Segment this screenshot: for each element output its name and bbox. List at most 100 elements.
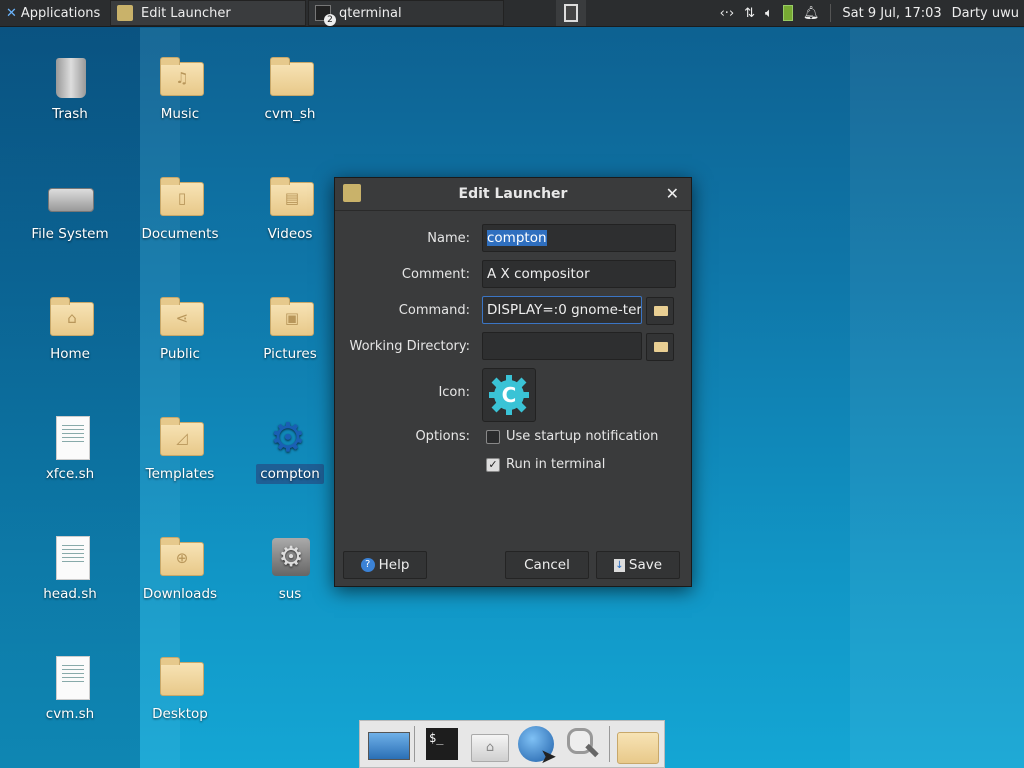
- downloads-folder-icon: ⊕: [156, 534, 204, 582]
- launcher-app-icon: [117, 5, 133, 21]
- run-in-terminal-label[interactable]: Run in terminal: [506, 457, 605, 472]
- workdir-browse-button[interactable]: [646, 333, 674, 361]
- workdir-row: Working Directory:: [335, 332, 691, 362]
- close-icon[interactable]: ✕: [666, 184, 679, 203]
- icon-label: head.sh: [43, 586, 97, 602]
- desktop-icon-pictures[interactable]: ▣ Pictures: [242, 294, 338, 362]
- icon-picker-button[interactable]: C: [482, 368, 536, 422]
- documents-folder-icon: ▯: [156, 174, 204, 222]
- battery-icon[interactable]: [782, 5, 793, 21]
- folder-icon: [266, 54, 314, 102]
- videos-folder-icon: ▤: [266, 174, 314, 222]
- desktop-icon-downloads[interactable]: ⊕ Downloads: [132, 534, 228, 602]
- desktop-icon-videos[interactable]: ▤ Videos: [242, 174, 338, 242]
- applications-menu-button[interactable]: ✕ Applications: [0, 0, 108, 26]
- file-manager-folder-icon[interactable]: [615, 724, 659, 764]
- task-label: qterminal: [339, 5, 402, 21]
- task-edit-launcher[interactable]: Edit Launcher: [110, 0, 306, 26]
- dock-separator: [608, 726, 610, 762]
- show-desktop-icon[interactable]: [366, 724, 410, 764]
- workdir-field[interactable]: [482, 332, 642, 360]
- task-label: Edit Launcher: [141, 5, 231, 21]
- user-name[interactable]: Darty uwu: [952, 6, 1019, 21]
- icon-label: Videos: [267, 226, 313, 242]
- task-count-badge: 2: [324, 14, 336, 26]
- comment-field[interactable]: A X compositor: [482, 260, 676, 288]
- desktop-icon-xfce-sh[interactable]: xfce.sh: [22, 414, 118, 482]
- comment-label: Comment:: [401, 267, 470, 282]
- desktop-icon-cvm-sh-file[interactable]: cvm.sh: [22, 654, 118, 722]
- command-browse-button[interactable]: [646, 297, 674, 325]
- desktop-icon-compton[interactable]: ⚙ compton: [242, 414, 338, 484]
- name-field[interactable]: compton: [482, 224, 676, 252]
- applications-label: Applications: [20, 5, 101, 21]
- name-label: Name:: [427, 231, 470, 246]
- home-folder-icon[interactable]: ⌂: [467, 724, 510, 764]
- desktop-icon-file-system[interactable]: File System: [22, 174, 118, 242]
- dialog-title: Edit Launcher: [458, 186, 568, 202]
- updown-arrows-icon[interactable]: ⇅: [744, 6, 755, 21]
- trash-icon: [46, 54, 94, 102]
- workdir-label: Working Directory:: [349, 339, 470, 354]
- save-icon: ↓: [613, 558, 625, 572]
- desktop-icon-sus[interactable]: ⚙ sus: [242, 534, 338, 602]
- icon-label: cvm.sh: [45, 706, 95, 722]
- cancel-button[interactable]: Cancel: [505, 551, 589, 579]
- run-in-terminal-checkbox[interactable]: ✓: [486, 458, 500, 472]
- help-label: Help: [378, 557, 410, 573]
- cancel-label: Cancel: [524, 557, 570, 573]
- folder-icon: [156, 654, 204, 702]
- terminal-icon[interactable]: $_: [420, 724, 463, 764]
- desktop-icon-desktop[interactable]: Desktop: [132, 654, 228, 722]
- startup-notification-label[interactable]: Use startup notification: [506, 429, 658, 444]
- icon-label: xfce.sh: [45, 466, 95, 482]
- startup-notification-checkbox[interactable]: [486, 430, 500, 444]
- script-file-icon: [46, 534, 94, 582]
- icon-label: cvm_sh: [264, 106, 316, 122]
- clock[interactable]: Sat 9 Jul, 17:03: [842, 6, 941, 21]
- task-qterminal[interactable]: 2 qterminal: [308, 0, 504, 26]
- launcher-app-icon: [343, 184, 361, 202]
- name-row: Name: compton: [335, 224, 691, 254]
- window-icon: [564, 4, 578, 22]
- desktop-icon-cvm-sh[interactable]: cvm_sh: [242, 54, 338, 122]
- volume-icon[interactable]: 🔈︎: [765, 6, 773, 21]
- bell-icon[interactable]: 🔔︎: [803, 6, 820, 21]
- icon-label: File System: [31, 226, 109, 242]
- show-desktop-button[interactable]: [556, 0, 586, 26]
- search-magnifier-icon[interactable]: [561, 724, 604, 764]
- help-button[interactable]: ? Help: [343, 551, 427, 579]
- icon-label: Pictures: [263, 346, 317, 362]
- icon-label: Home: [50, 346, 90, 362]
- dialog-titlebar[interactable]: Edit Launcher ✕: [335, 178, 691, 211]
- public-folder-icon: ⋖: [156, 294, 204, 342]
- desktop-icon-head-sh[interactable]: head.sh: [22, 534, 118, 602]
- help-icon: ?: [360, 558, 375, 572]
- desktop-icon-trash[interactable]: Trash: [22, 54, 118, 122]
- pictures-folder-icon: ▣: [266, 294, 314, 342]
- script-file-icon: [46, 414, 94, 462]
- templates-folder-icon: ◿: [156, 414, 204, 462]
- command-field[interactable]: DISPLAY=:0 gnome-ter: [482, 296, 642, 324]
- drive-icon: [46, 174, 94, 222]
- dock-separator: [414, 726, 415, 762]
- desktop-icon-templates[interactable]: ◿ Templates: [132, 414, 228, 482]
- icon-label: Public: [160, 346, 200, 362]
- web-browser-globe-icon[interactable]: ➤: [514, 724, 557, 768]
- desktop-icon-documents[interactable]: ▯ Documents: [132, 174, 228, 242]
- desktop-icon-public[interactable]: ⋖ Public: [132, 294, 228, 362]
- desktop-icon-home[interactable]: ⌂ Home: [22, 294, 118, 362]
- options-label: Options:: [415, 429, 470, 444]
- settings-gear-icon: ⚙: [266, 534, 314, 582]
- command-row: Command: DISPLAY=:0 gnome-ter: [335, 296, 691, 326]
- compton-gear-icon: ⚙: [270, 415, 306, 461]
- edit-launcher-dialog: Edit Launcher ✕ Name: compton Comment: A…: [334, 177, 692, 587]
- xfce-logo-icon: ✕: [6, 5, 17, 21]
- system-tray: ‹·› ⇅ 🔈︎ 🔔︎ Sat 9 Jul, 17:03 Darty uwu: [715, 0, 1024, 26]
- network-icon[interactable]: ‹·›: [720, 6, 735, 21]
- command-label: Command:: [398, 303, 470, 318]
- home-folder-icon: ⌂: [46, 294, 94, 342]
- save-button[interactable]: ↓ Save: [596, 551, 680, 579]
- wallpaper-stripe: [850, 28, 1024, 768]
- desktop-icon-music[interactable]: ♫ Music: [132, 54, 228, 122]
